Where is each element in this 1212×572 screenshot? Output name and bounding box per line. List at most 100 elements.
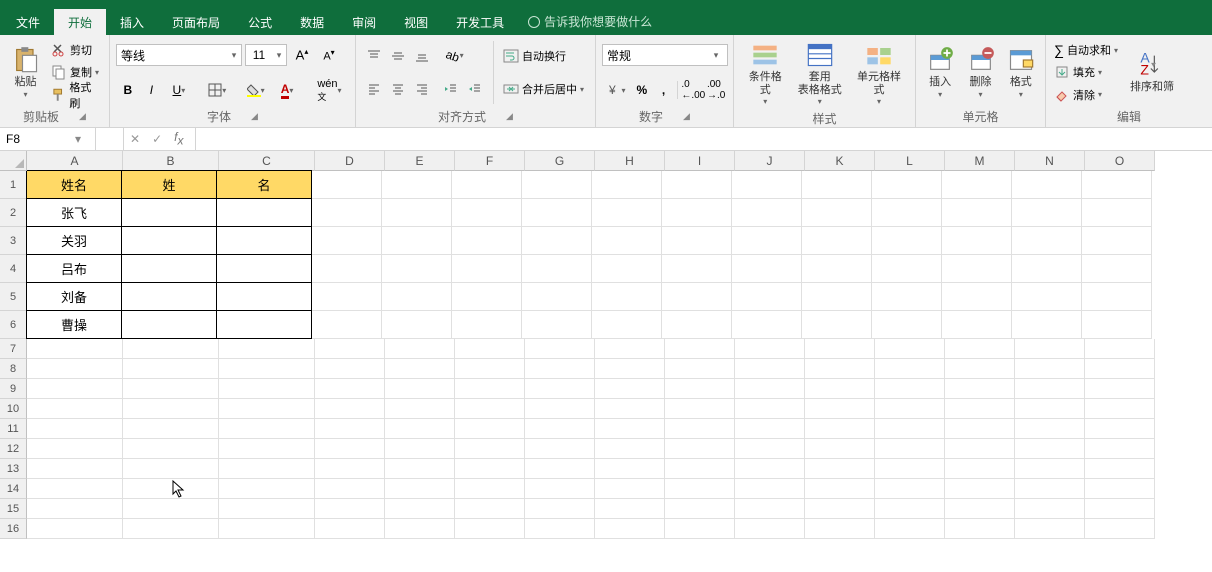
cell-E8[interactable] [385, 359, 455, 379]
cell-C15[interactable] [219, 499, 315, 519]
fill-button[interactable]: 填充▾ [1052, 61, 1120, 83]
row-header-12[interactable]: 12 [0, 439, 27, 459]
cell-I7[interactable] [665, 339, 735, 359]
cell-M4[interactable] [942, 255, 1012, 283]
font-dialog-icon[interactable]: ◢ [251, 111, 258, 122]
cell-F1[interactable] [452, 171, 522, 199]
cell-A8[interactable] [27, 359, 123, 379]
cell-J8[interactable] [735, 359, 805, 379]
cell-G8[interactable] [525, 359, 595, 379]
row-header-8[interactable]: 8 [0, 359, 27, 379]
tab-视图[interactable]: 视图 [390, 9, 442, 35]
row-header-5[interactable]: 5 [0, 283, 27, 311]
cell-D9[interactable] [315, 379, 385, 399]
cell-L15[interactable] [875, 499, 945, 519]
cell-D16[interactable] [315, 519, 385, 539]
font-size-input[interactable] [246, 48, 272, 62]
cell-I3[interactable] [662, 227, 732, 255]
cell-F6[interactable] [452, 311, 522, 339]
col-header-D[interactable]: D [315, 151, 385, 171]
cell-J2[interactable] [732, 199, 802, 227]
cell-B14[interactable] [123, 479, 219, 499]
increase-font-icon[interactable]: A▴ [290, 44, 314, 66]
cell-M11[interactable] [945, 419, 1015, 439]
cell-L2[interactable] [872, 199, 942, 227]
cell-D11[interactable] [315, 419, 385, 439]
cell-A10[interactable] [27, 399, 123, 419]
tab-审阅[interactable]: 审阅 [338, 9, 390, 35]
font-size-combo[interactable]: ▾ [245, 44, 287, 66]
col-header-E[interactable]: E [385, 151, 455, 171]
cell-K1[interactable] [802, 171, 872, 199]
cell-G3[interactable] [522, 227, 592, 255]
cell-A5[interactable]: 刘备 [26, 282, 122, 311]
cell-N14[interactable] [1015, 479, 1085, 499]
format-cells-button[interactable]: 格式▾ [1003, 39, 1039, 106]
cell-O10[interactable] [1085, 399, 1155, 419]
formula-input[interactable] [202, 132, 1212, 146]
cell-L3[interactable] [872, 227, 942, 255]
align-right-icon[interactable] [410, 78, 434, 100]
cell-L8[interactable] [875, 359, 945, 379]
col-header-K[interactable]: K [805, 151, 875, 171]
cell-F11[interactable] [455, 419, 525, 439]
cell-E14[interactable] [385, 479, 455, 499]
cell-E5[interactable] [382, 283, 452, 311]
border-button[interactable]: ▾ [202, 79, 233, 101]
cell-B1[interactable]: 姓 [121, 170, 217, 199]
cell-L16[interactable] [875, 519, 945, 539]
cell-C5[interactable] [216, 282, 312, 311]
cell-L1[interactable] [872, 171, 942, 199]
cell-D15[interactable] [315, 499, 385, 519]
col-header-I[interactable]: I [665, 151, 735, 171]
col-header-G[interactable]: G [525, 151, 595, 171]
cell-J13[interactable] [735, 459, 805, 479]
cell-N13[interactable] [1015, 459, 1085, 479]
cell-K16[interactable] [805, 519, 875, 539]
cell-M8[interactable] [945, 359, 1015, 379]
row-header-10[interactable]: 10 [0, 399, 27, 419]
cell-K14[interactable] [805, 479, 875, 499]
increase-decimal-icon[interactable]: .0←.00 [681, 79, 705, 101]
cell-M5[interactable] [942, 283, 1012, 311]
cell-D5[interactable] [312, 283, 382, 311]
cell-K13[interactable] [805, 459, 875, 479]
cell-C12[interactable] [219, 439, 315, 459]
cell-D4[interactable] [312, 255, 382, 283]
cell-L13[interactable] [875, 459, 945, 479]
cell-A3[interactable]: 关羽 [26, 226, 122, 255]
decrease-font-icon[interactable]: A▾ [317, 44, 341, 66]
cell-F16[interactable] [455, 519, 525, 539]
cell-O4[interactable] [1082, 255, 1152, 283]
cell-D8[interactable] [315, 359, 385, 379]
cell-L9[interactable] [875, 379, 945, 399]
cell-C2[interactable] [216, 198, 312, 227]
cell-B9[interactable] [123, 379, 219, 399]
tell-me-search[interactable]: 告诉我你想要做什么 [518, 8, 662, 35]
cell-M2[interactable] [942, 199, 1012, 227]
col-header-N[interactable]: N [1015, 151, 1085, 171]
row-header-13[interactable]: 13 [0, 459, 27, 479]
cell-H13[interactable] [595, 459, 665, 479]
cell-J6[interactable] [732, 311, 802, 339]
cell-J1[interactable] [732, 171, 802, 199]
cell-N2[interactable] [1012, 199, 1082, 227]
cell-A15[interactable] [27, 499, 123, 519]
cell-N1[interactable] [1012, 171, 1082, 199]
cell-H5[interactable] [592, 283, 662, 311]
cell-K15[interactable] [805, 499, 875, 519]
cell-F9[interactable] [455, 379, 525, 399]
cell-H15[interactable] [595, 499, 665, 519]
col-header-C[interactable]: C [219, 151, 315, 171]
align-dialog-icon[interactable]: ◢ [506, 111, 513, 122]
cell-E6[interactable] [382, 311, 452, 339]
col-header-O[interactable]: O [1085, 151, 1155, 171]
cell-C9[interactable] [219, 379, 315, 399]
cell-O6[interactable] [1082, 311, 1152, 339]
cell-E15[interactable] [385, 499, 455, 519]
cell-O12[interactable] [1085, 439, 1155, 459]
cell-G16[interactable] [525, 519, 595, 539]
clipboard-dialog-icon[interactable]: ◢ [79, 111, 86, 122]
row-header-15[interactable]: 15 [0, 499, 27, 519]
tab-文件[interactable]: 文件 [2, 9, 54, 35]
